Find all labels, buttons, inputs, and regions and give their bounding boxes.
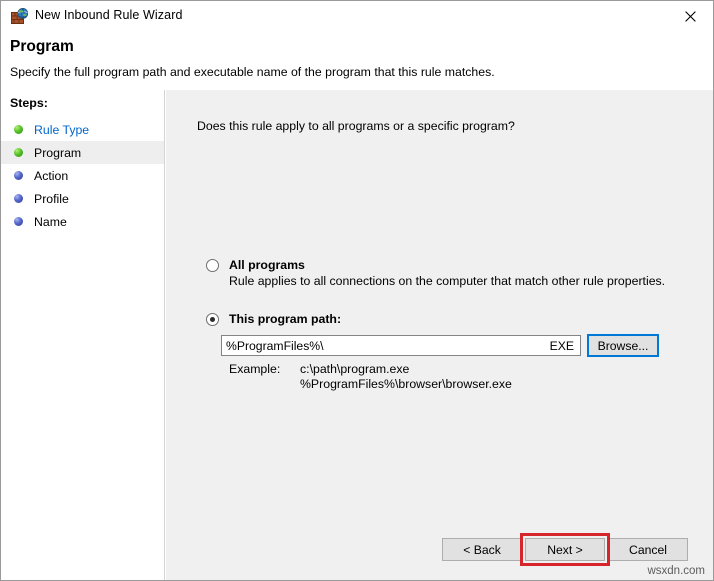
sidebar-item-label: Program — [34, 146, 81, 160]
steps-list: Rule Type Program Action Profile Name — [1, 118, 164, 233]
radio-all-programs-label: All programs — [229, 258, 305, 272]
step-bullet-icon — [14, 171, 23, 180]
example-label: Example: — [229, 362, 280, 376]
step-bullet-icon — [14, 148, 23, 157]
sidebar-item-label: Profile — [34, 192, 69, 206]
watermark: wsxdn.com — [647, 565, 705, 577]
radio-this-program-path-indicator[interactable] — [206, 313, 219, 326]
window-title: New Inbound Rule Wizard — [35, 8, 183, 22]
example-line-2: %ProgramFiles%\browser\browser.exe — [300, 377, 512, 392]
radio-all-programs[interactable]: All programs — [206, 258, 305, 272]
wizard-window: New Inbound Rule Wizard Program Specify … — [0, 0, 714, 581]
sidebar-item-label: Action — [34, 169, 68, 183]
sidebar-item-action[interactable]: Action — [1, 164, 164, 187]
sidebar-item-program[interactable]: Program — [1, 141, 164, 164]
browse-button[interactable]: Browse... — [587, 334, 659, 357]
steps-sidebar: Steps: Rule Type Program Action Profile … — [1, 90, 165, 580]
radio-this-program-path-label: This program path: — [229, 312, 341, 326]
radio-all-programs-indicator[interactable] — [206, 259, 219, 272]
all-programs-description: Rule applies to all connections on the c… — [229, 274, 665, 288]
page-subtitle: Specify the full program path and execut… — [10, 65, 495, 79]
radio-this-program-path[interactable]: This program path: — [206, 312, 341, 326]
close-icon[interactable] — [668, 1, 713, 31]
step-bullet-icon — [14, 194, 23, 203]
title-bar: New Inbound Rule Wizard — [1, 1, 713, 32]
program-path-suffix: EXE — [550, 339, 575, 353]
sidebar-item-label: Rule Type — [34, 123, 89, 137]
step-bullet-icon — [14, 217, 23, 226]
sidebar-item-rule-type[interactable]: Rule Type — [1, 118, 164, 141]
question-text: Does this rule apply to all programs or … — [197, 119, 515, 133]
back-button[interactable]: < Back — [442, 538, 522, 561]
program-path-value: %ProgramFiles%\ — [226, 339, 550, 353]
page-title: Program — [10, 38, 74, 56]
content-panel: Does this rule apply to all programs or … — [166, 90, 713, 580]
steps-header: Steps: — [10, 96, 48, 110]
example-values: c:\path\program.exe %ProgramFiles%\brows… — [300, 362, 512, 392]
step-bullet-icon — [14, 125, 23, 134]
example-line-1: c:\path\program.exe — [300, 362, 512, 377]
cancel-button[interactable]: Cancel — [608, 538, 688, 561]
sidebar-item-profile[interactable]: Profile — [1, 187, 164, 210]
sidebar-item-name[interactable]: Name — [1, 210, 164, 233]
firewall-globe-icon — [11, 8, 28, 25]
sidebar-item-label: Name — [34, 215, 67, 229]
program-path-input[interactable]: %ProgramFiles%\ EXE — [221, 335, 581, 356]
page-header: Program Specify the full program path an… — [1, 32, 713, 90]
next-button[interactable]: Next > — [525, 538, 605, 561]
